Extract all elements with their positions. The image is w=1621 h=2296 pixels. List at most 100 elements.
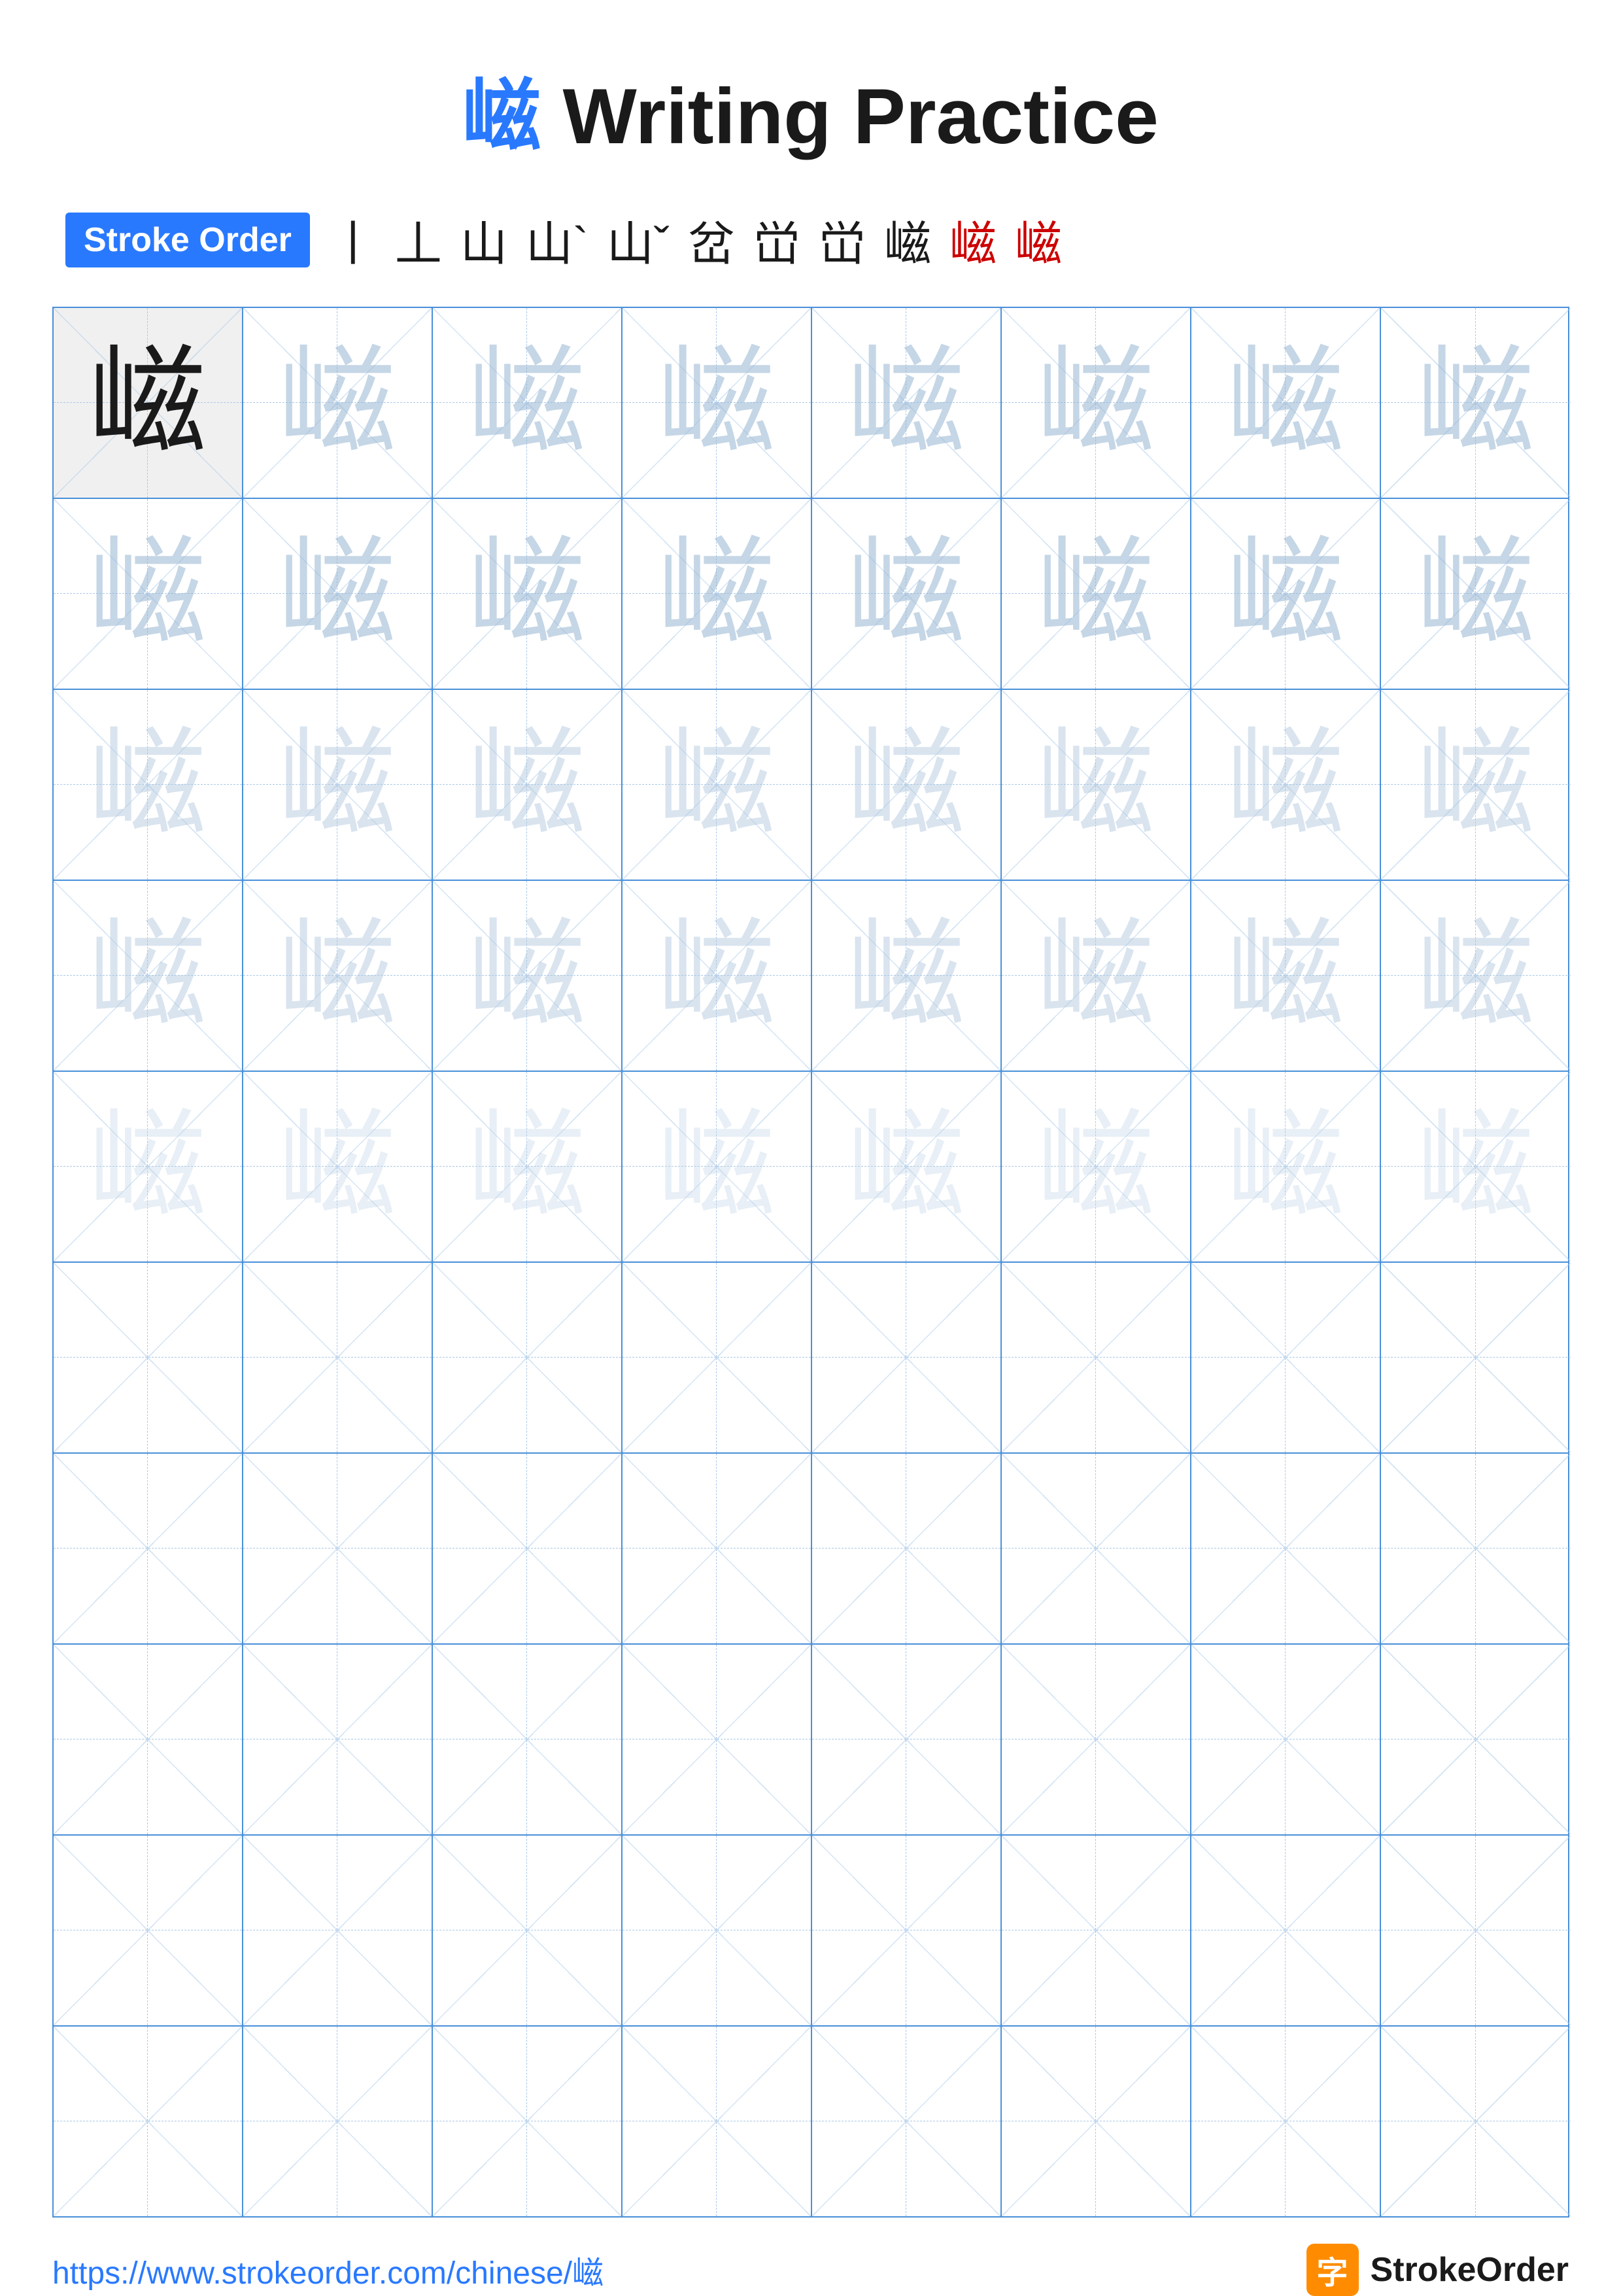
char-ghost: 嵫 [1036, 1108, 1154, 1225]
grid-cell-7-1[interactable] [54, 1454, 243, 1643]
grid-cell-9-8[interactable] [1381, 1836, 1571, 2025]
grid-cell-9-7[interactable] [1191, 1836, 1381, 2025]
grid-cell-10-3[interactable] [433, 2027, 623, 2216]
stroke-3: 山 [460, 205, 507, 274]
grid-cell-5-5: 嵫 [812, 1072, 1002, 1261]
grid-cell-8-3[interactable] [433, 1645, 623, 1834]
grid-cell-7-4[interactable] [623, 1454, 812, 1643]
grid-cell-10-6[interactable] [1002, 2027, 1191, 2216]
char-ghost: 嵫 [657, 344, 775, 462]
grid-cell-6-4[interactable] [623, 1263, 812, 1452]
char-ghost: 嵫 [657, 1108, 775, 1225]
char-ghost: 嵫 [278, 726, 396, 844]
grid-row-7 [54, 1454, 1568, 1645]
grid-cell-5-3: 嵫 [433, 1072, 623, 1261]
char-ghost: 嵫 [468, 535, 585, 653]
grid-cell-4-3: 嵫 [433, 881, 623, 1071]
grid-cell-8-4[interactable] [623, 1645, 812, 1834]
grid-cell-10-1[interactable] [54, 2027, 243, 2216]
stroke-order-row: Stroke Order 丨 丄 山 山` 山ˇ 岔 峃 峃 嵫 嵫 嵫 [52, 205, 1569, 274]
char-ghost: 嵫 [88, 1108, 206, 1225]
char-ghost: 嵫 [1226, 726, 1344, 844]
grid-cell-3-4: 嵫 [623, 690, 812, 880]
grid-cell-9-4[interactable] [623, 1836, 812, 2025]
grid-cell-5-7: 嵫 [1191, 1072, 1381, 1261]
grid-cell-8-1[interactable] [54, 1645, 243, 1834]
grid-row-4: 嵫 嵫 嵫 嵫 嵫 嵫 嵫 [54, 881, 1568, 1072]
grid-row-1: 嵫 嵫 嵫 嵫 嵫 嵫 嵫 [54, 308, 1568, 499]
stroke-9: 嵫 [884, 205, 931, 274]
char-ghost: 嵫 [88, 535, 206, 653]
grid-cell-8-8[interactable] [1381, 1645, 1571, 1834]
grid-cell-6-1[interactable] [54, 1263, 243, 1452]
char-ghost: 嵫 [1416, 917, 1534, 1035]
grid-cell-10-5[interactable] [812, 2027, 1002, 2216]
grid-cell-10-2[interactable] [243, 2027, 433, 2216]
stroke-11: 嵫 [1015, 205, 1062, 274]
char-ghost: 嵫 [1036, 917, 1154, 1035]
char-ghost: 嵫 [1226, 1108, 1344, 1225]
grid-cell-10-8[interactable] [1381, 2027, 1571, 2216]
grid-cell-7-7[interactable] [1191, 1454, 1381, 1643]
grid-cell-8-7[interactable] [1191, 1645, 1381, 1834]
footer: https://www.strokeorder.com/chinese/嵫 字 … [52, 2218, 1569, 2296]
stroke-chars: 丨 丄 山 山` 山ˇ 岔 峃 峃 嵫 嵫 嵫 [330, 205, 1062, 274]
grid-cell-1-5: 嵫 [812, 308, 1002, 498]
grid-cell-9-3[interactable] [433, 1836, 623, 2025]
char-ghost: 嵫 [278, 535, 396, 653]
char-ghost: 嵫 [1226, 917, 1344, 1035]
grid-cell-3-2: 嵫 [243, 690, 433, 880]
grid-cell-5-8: 嵫 [1381, 1072, 1571, 1261]
grid-cell-6-6[interactable] [1002, 1263, 1191, 1452]
char-ghost: 嵫 [657, 726, 775, 844]
grid-cell-3-7: 嵫 [1191, 690, 1381, 880]
grid-cell-5-4: 嵫 [623, 1072, 812, 1261]
footer-url[interactable]: https://www.strokeorder.com/chinese/嵫 [52, 2247, 604, 2293]
grid-cell-4-8: 嵫 [1381, 881, 1571, 1071]
grid-cell-9-6[interactable] [1002, 1836, 1191, 2025]
grid-cell-7-5[interactable] [812, 1454, 1002, 1643]
grid-cell-2-7: 嵫 [1191, 499, 1381, 689]
grid-cell-8-2[interactable] [243, 1645, 433, 1834]
grid-row-9 [54, 1836, 1568, 2027]
grid-cell-6-5[interactable] [812, 1263, 1002, 1452]
char-ghost: 嵫 [1036, 535, 1154, 653]
stroke-5: 山ˇ [607, 205, 670, 274]
grid-cell-10-4[interactable] [623, 2027, 812, 2216]
char-solid: 嵫 [88, 344, 206, 462]
grid-cell-1-3: 嵫 [433, 308, 623, 498]
char-ghost: 嵫 [847, 726, 964, 844]
stroke-10: 嵫 [949, 205, 997, 274]
grid-cell-6-2[interactable] [243, 1263, 433, 1452]
grid-cell-8-5[interactable] [812, 1645, 1002, 1834]
grid-cell-5-1: 嵫 [54, 1072, 243, 1261]
grid-cell-4-2: 嵫 [243, 881, 433, 1071]
char-ghost: 嵫 [847, 535, 964, 653]
char-ghost: 嵫 [1036, 344, 1154, 462]
footer-brand: 字 StrokeOrder [1306, 2244, 1569, 2296]
char-ghost: 嵫 [847, 1108, 964, 1225]
grid-cell-3-5: 嵫 [812, 690, 1002, 880]
char-ghost: 嵫 [1226, 344, 1344, 462]
grid-cell-10-7[interactable] [1191, 2027, 1381, 2216]
grid-cell-9-2[interactable] [243, 1836, 433, 2025]
grid-cell-9-1[interactable] [54, 1836, 243, 2025]
grid-cell-6-3[interactable] [433, 1263, 623, 1452]
grid-cell-7-2[interactable] [243, 1454, 433, 1643]
char-ghost: 嵫 [468, 1108, 585, 1225]
grid-cell-9-5[interactable] [812, 1836, 1002, 2025]
char-ghost: 嵫 [847, 344, 964, 462]
char-ghost: 嵫 [278, 344, 396, 462]
practice-grid: 嵫 嵫 嵫 嵫 嵫 嵫 嵫 [52, 307, 1569, 2218]
grid-cell-7-3[interactable] [433, 1454, 623, 1643]
grid-row-3: 嵫 嵫 嵫 嵫 嵫 嵫 嵫 [54, 690, 1568, 881]
page-title: 嵫 Writing Practice [462, 52, 1159, 166]
stroke-8: 峃 [819, 205, 866, 274]
grid-row-5: 嵫 嵫 嵫 嵫 嵫 嵫 嵫 [54, 1072, 1568, 1263]
grid-cell-8-6[interactable] [1002, 1645, 1191, 1834]
grid-cell-3-6: 嵫 [1002, 690, 1191, 880]
grid-cell-6-7[interactable] [1191, 1263, 1381, 1452]
grid-cell-7-6[interactable] [1002, 1454, 1191, 1643]
grid-cell-7-8[interactable] [1381, 1454, 1571, 1643]
grid-cell-6-8[interactable] [1381, 1263, 1571, 1452]
